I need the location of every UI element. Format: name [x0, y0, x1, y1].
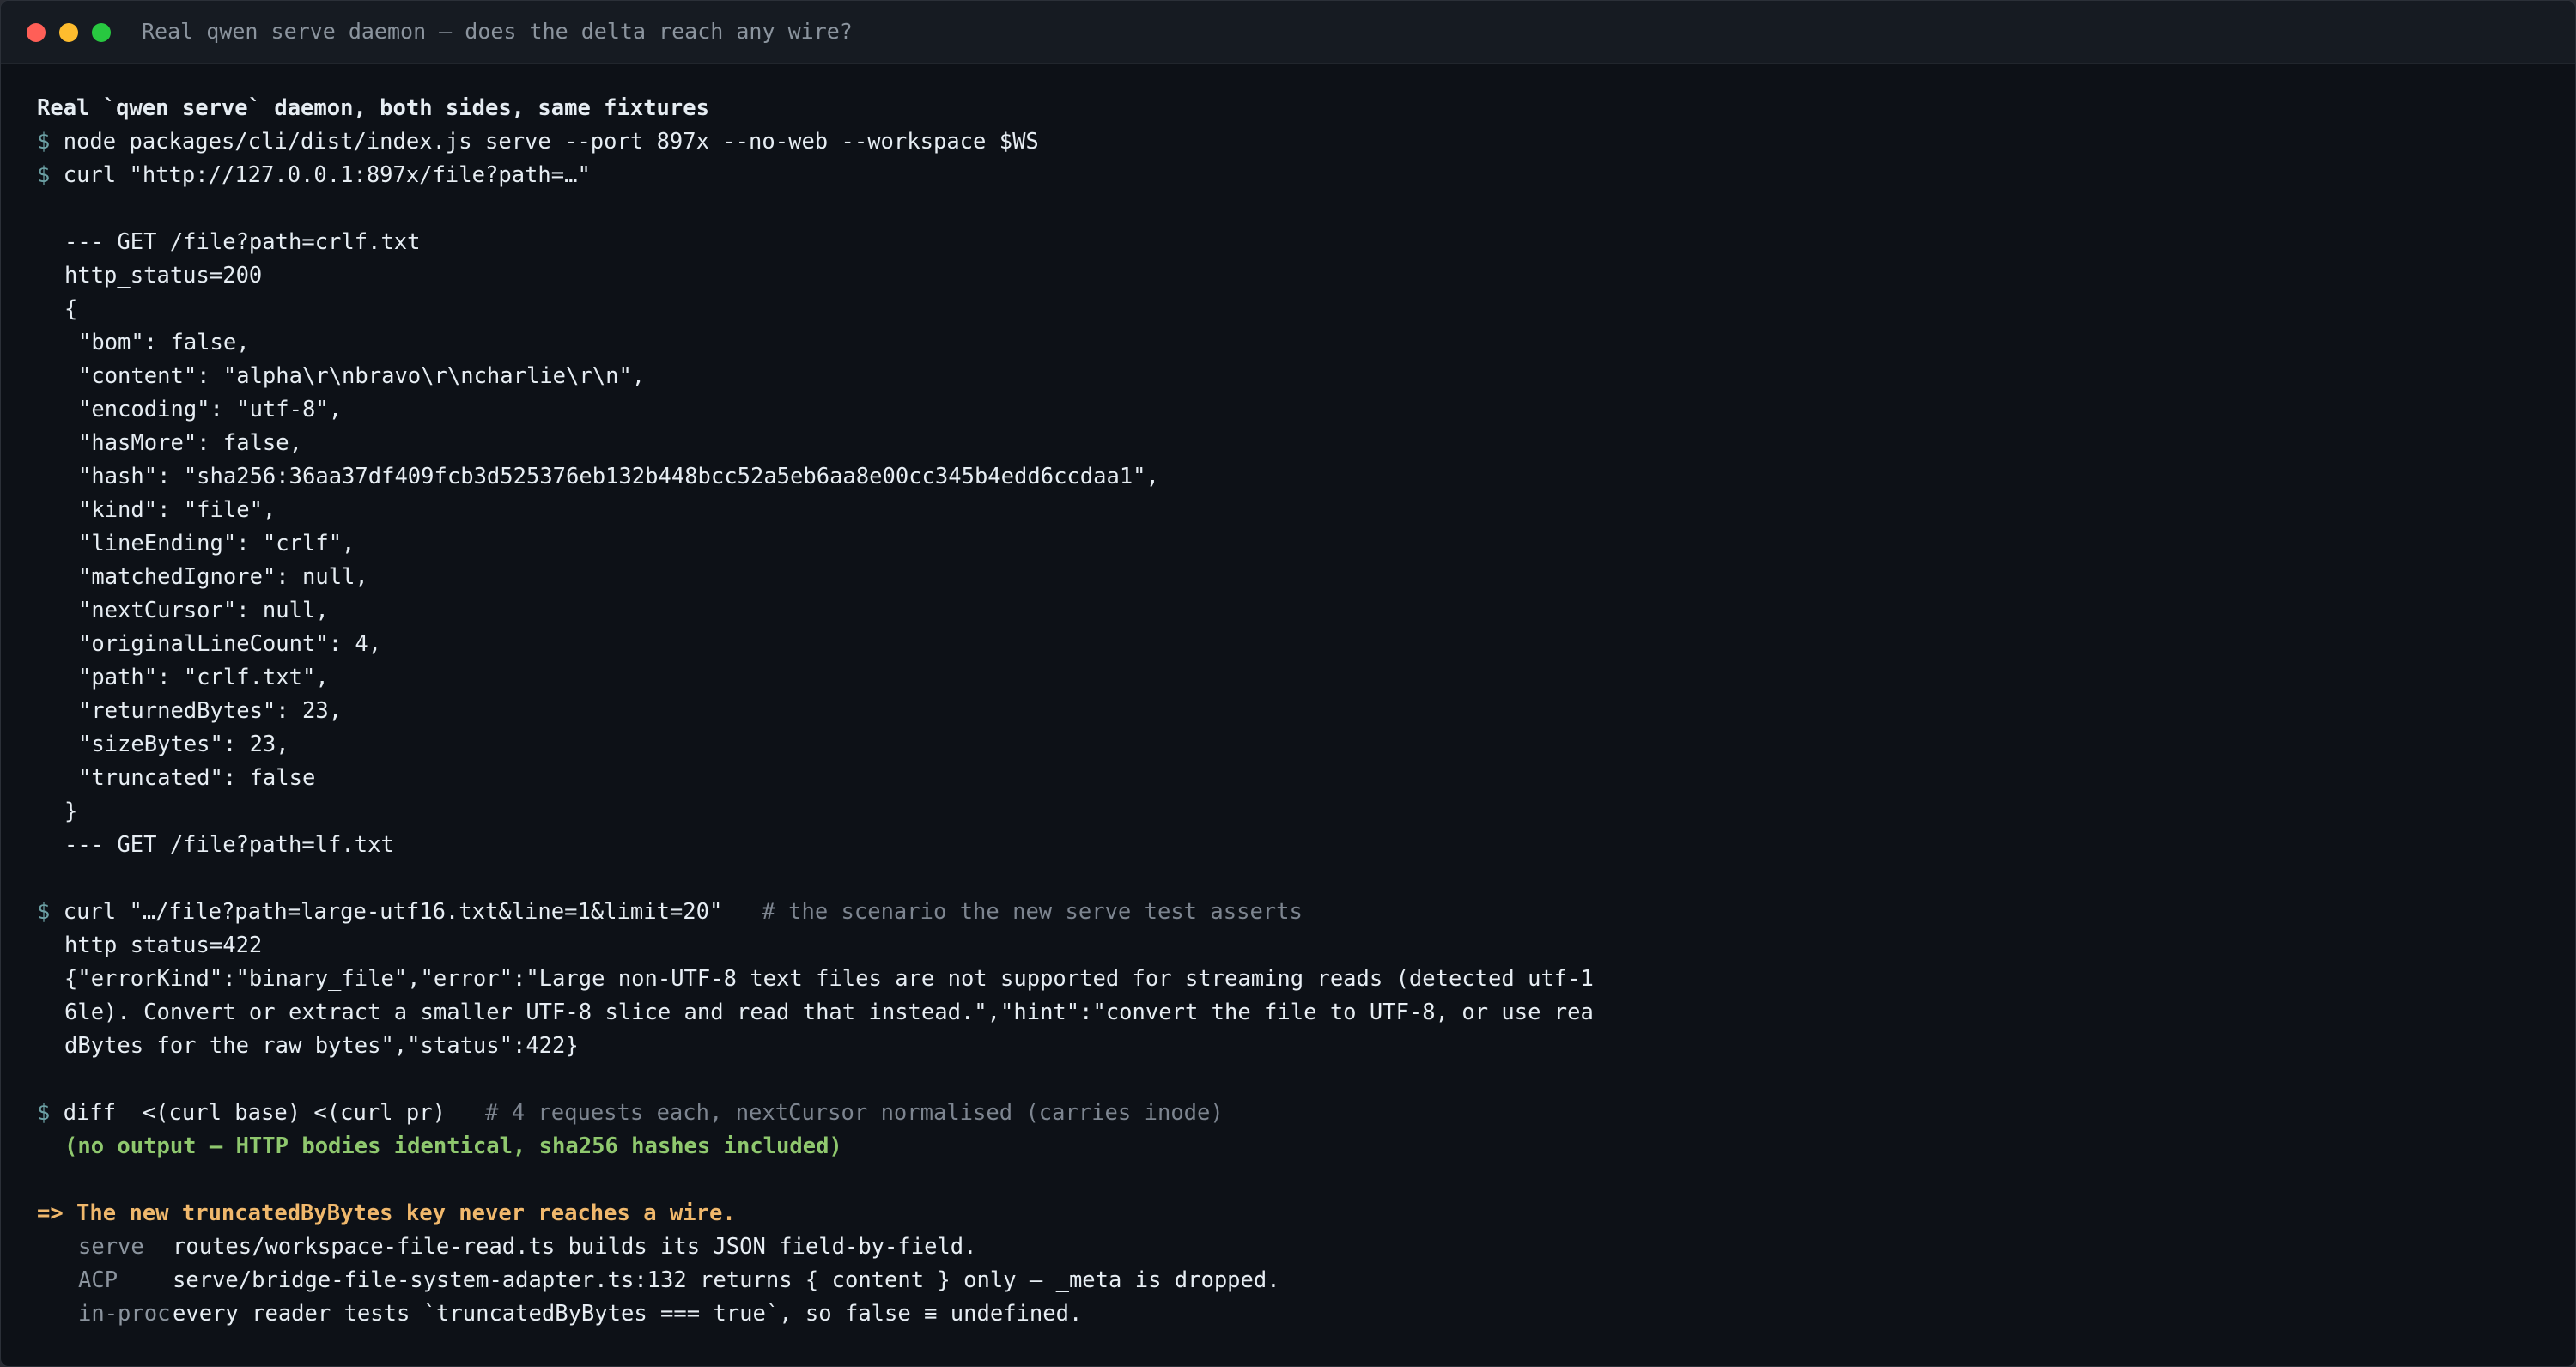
conclusion-row: ACP serve/bridge-file-system-adapter.ts:1… — [37, 1264, 2541, 1297]
json-field: "nextCursor": null, — [78, 598, 329, 623]
minimize-button[interactable] — [59, 23, 78, 42]
json-field: "hash": "sha256:36aa37df409fcb3d525376eb… — [78, 464, 1159, 489]
http-status: http_status=200 — [64, 263, 263, 289]
prompt: $ — [37, 129, 51, 155]
command-comment: # the scenario the new serve test assert… — [762, 899, 1303, 925]
row-text: serve/bridge-file-system-adapter.ts:132 … — [173, 1267, 1280, 1293]
command-line: $ curl "http://127.0.0.1:897x/file?path=… — [37, 159, 2541, 192]
row-text: routes/workspace-file-read.ts builds its… — [173, 1234, 977, 1260]
json-close: } — [64, 799, 78, 824]
response-body: 6le). Convert or extract a smaller UTF-8… — [64, 999, 1594, 1025]
heading: Real `qwen serve` daemon, both sides, sa… — [37, 95, 709, 121]
section-header: --- GET /file?path=lf.txt — [64, 832, 394, 858]
json-field: "lineEnding": "crlf", — [78, 531, 355, 556]
json-field: "kind": "file", — [78, 497, 276, 523]
response-body: dBytes for the raw bytes","status":422} — [64, 1033, 579, 1059]
json-field: "content": "alpha\r\nbravo\r\ncharlie\r\… — [78, 363, 646, 389]
command-line: $ diff <(curl base) <(curl pr) # 4 reque… — [37, 1097, 2541, 1130]
json-field: "returnedBytes": 23, — [78, 698, 343, 724]
json-field: "bom": false, — [78, 330, 250, 355]
conclusion-headline: => The new truncatedByBytes key never re… — [37, 1200, 736, 1226]
json-field: "truncated": false — [78, 765, 316, 791]
conclusion-row: serve routes/workspace-file-read.ts build… — [37, 1230, 2541, 1264]
close-button[interactable] — [27, 23, 46, 42]
json-field: "path": "crlf.txt", — [78, 665, 329, 690]
json-field: "matchedIgnore": null, — [78, 564, 368, 590]
window-title: Real qwen serve daemon — does the delta … — [142, 19, 853, 44]
prompt: $ — [37, 899, 51, 925]
row-text: every reader tests `truncatedByBytes ===… — [173, 1301, 1083, 1327]
json-field: "hasMore": false, — [78, 430, 302, 456]
http-status: http_status=422 — [64, 933, 263, 958]
section-header: --- GET /file?path=crlf.txt — [64, 229, 421, 255]
command-line: $ node packages/cli/dist/index.js serve … — [37, 125, 2541, 159]
response-body: {"errorKind":"binary_file","error":"Larg… — [64, 966, 1594, 992]
command-line: $ curl "…/file?path=large-utf16.txt&line… — [37, 896, 2541, 929]
command-text: node packages/cli/dist/index.js serve --… — [63, 129, 1039, 155]
maximize-button[interactable] — [92, 23, 111, 42]
terminal-output[interactable]: Real `qwen serve` daemon, both sides, sa… — [37, 92, 2541, 1331]
diff-result: (no output — HTTP bodies identical, sha2… — [64, 1133, 842, 1159]
json-field: "originalLineCount": 4, — [78, 631, 382, 657]
json-field: "encoding": "utf-8", — [78, 397, 343, 422]
prompt: $ — [37, 1100, 51, 1126]
row-tag: in-proc — [78, 1301, 171, 1327]
row-tag: serve — [78, 1234, 144, 1260]
prompt: $ — [37, 162, 51, 188]
title-bar: Real qwen serve daemon — does the delta … — [1, 1, 2575, 64]
conclusion-row: in-procevery reader tests `truncatedByBy… — [37, 1297, 2541, 1331]
command-text: diff <(curl base) <(curl pr) — [63, 1100, 446, 1126]
command-text: curl "…/file?path=large-utf16.txt&line=1… — [63, 899, 723, 925]
row-tag: ACP — [78, 1267, 118, 1293]
json-open: { — [64, 296, 78, 322]
json-field: "sizeBytes": 23, — [78, 732, 289, 757]
command-text: curl "http://127.0.0.1:897x/file?path=…" — [63, 162, 591, 188]
terminal-window: Real qwen serve daemon — does the delta … — [0, 0, 2576, 1367]
command-comment: # 4 requests each, nextCursor normalised… — [485, 1100, 1224, 1126]
